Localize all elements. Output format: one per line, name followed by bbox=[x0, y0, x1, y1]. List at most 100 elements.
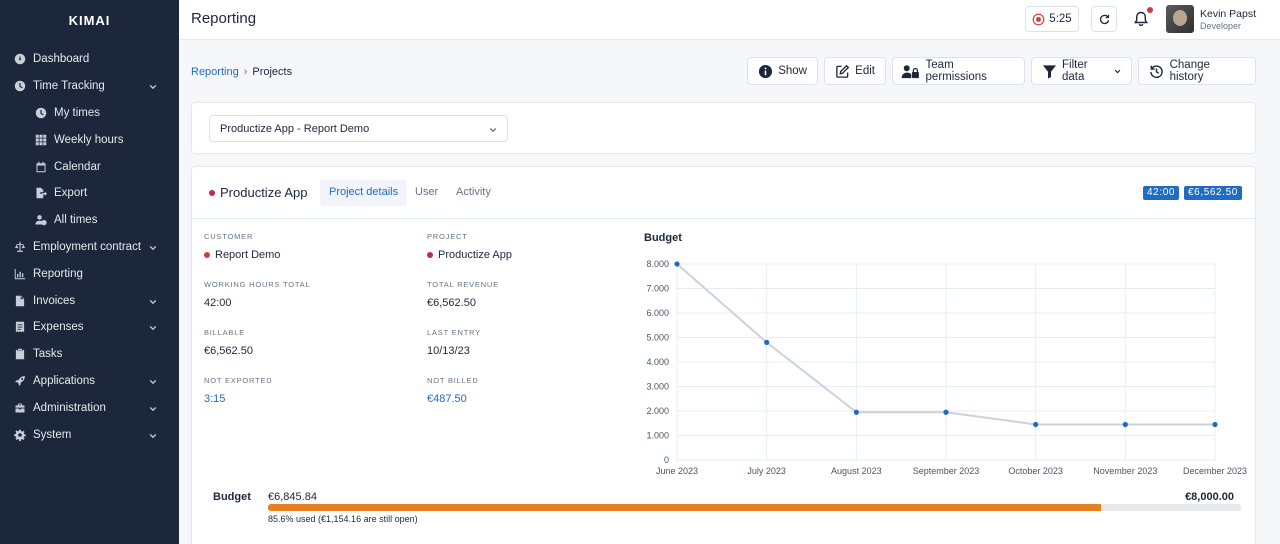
edit-button[interactable]: Edit bbox=[824, 57, 886, 85]
sidebar-item-weekly-hours[interactable]: Weekly hours bbox=[0, 126, 179, 153]
data-point bbox=[764, 339, 770, 345]
sidebar-item-expenses[interactable]: Expenses bbox=[0, 314, 179, 341]
budget-progress-fill bbox=[268, 504, 1101, 511]
stop-record-icon bbox=[1032, 13, 1045, 25]
x-tick-label: October 2023 bbox=[1008, 466, 1063, 476]
stat-label: LAST ENTRY bbox=[427, 328, 481, 337]
sidebar-item-label: Calendar bbox=[54, 160, 101, 173]
breadcrumb-separator: › bbox=[243, 66, 248, 78]
stat-project-value: Productize App bbox=[427, 249, 512, 261]
sidebar-item-employment-contract[interactable]: Employment contract bbox=[0, 234, 179, 261]
sidebar-item-time-tracking[interactable]: Time Tracking bbox=[0, 73, 179, 100]
y-tick-label: 3.000 bbox=[646, 382, 669, 392]
stat-total-revenue: TOTAL REVENUE €6,562.50 bbox=[427, 280, 499, 309]
sidebar-item-applications[interactable]: Applications bbox=[0, 368, 179, 395]
tab-project-details[interactable]: Project details bbox=[320, 180, 408, 206]
user-name[interactable]: Kevin Papst bbox=[1200, 8, 1256, 20]
sidebar-item-label: Administration bbox=[33, 401, 106, 414]
reload-button[interactable] bbox=[1091, 6, 1117, 32]
working-hours-value: 42:00 bbox=[204, 297, 232, 309]
chart-bars-icon bbox=[13, 267, 27, 281]
chevron-down-icon bbox=[149, 297, 157, 305]
rocket-icon bbox=[13, 374, 27, 388]
sidebar-item-label: Export bbox=[54, 187, 88, 200]
sidebar-item-dashboard[interactable]: Dashboard bbox=[0, 46, 179, 73]
sidebar-item-system[interactable]: System bbox=[0, 421, 179, 448]
project-name: Productize App bbox=[220, 185, 308, 200]
invoice-icon bbox=[13, 294, 27, 308]
change-history-label: Change history bbox=[1169, 59, 1210, 83]
show-button[interactable]: Show bbox=[747, 57, 818, 85]
y-tick-label: 1.000 bbox=[646, 431, 669, 441]
stat-not-exported: NOT EXPORTED 3:15 bbox=[204, 376, 273, 405]
stat-label: PROJECT bbox=[427, 232, 468, 241]
receipt-icon bbox=[13, 320, 27, 334]
sidebar-item-all-times[interactable]: All times bbox=[0, 207, 179, 234]
stat-customer-value: Report Demo bbox=[204, 249, 280, 261]
show-label: Show bbox=[778, 65, 807, 77]
project-value: Productize App bbox=[438, 249, 512, 261]
sidebar-item-administration[interactable]: Administration bbox=[0, 394, 179, 421]
change-history-button[interactable]: Change history bbox=[1138, 57, 1256, 85]
sidebar-item-label: Dashboard bbox=[33, 53, 90, 66]
x-tick-label: November 2023 bbox=[1093, 466, 1157, 476]
dashboard-icon bbox=[13, 52, 27, 66]
notifications-bell-icon[interactable] bbox=[1132, 10, 1150, 28]
x-tick-label: August 2023 bbox=[831, 466, 882, 476]
project-select-value: Productize App - Report Demo bbox=[220, 123, 370, 135]
active-timer-button[interactable]: 5:25 bbox=[1025, 6, 1079, 32]
data-point bbox=[1033, 421, 1039, 428]
sidebar-item-invoices[interactable]: Invoices bbox=[0, 287, 179, 314]
budget-line-chart: 0 1.000 2.000 3.000 4.000 5.000 6.000 7.000 8.00… bbox=[646, 259, 1247, 476]
sidebar-item-label: All times bbox=[54, 214, 98, 227]
project-select-card: Productize App - Report Demo bbox=[191, 102, 1256, 154]
team-permissions-label: Team permissions bbox=[925, 59, 987, 83]
not-billed-link[interactable]: €487.50 bbox=[427, 393, 479, 405]
sidebar-item-reporting[interactable]: Reporting bbox=[0, 260, 179, 287]
stat-project: PROJECT Productize App bbox=[427, 232, 512, 261]
breadcrumb: Reporting › Projects bbox=[191, 66, 292, 78]
page-title: Reporting bbox=[191, 10, 257, 27]
y-tick-label: 2.000 bbox=[646, 406, 669, 416]
card-header: Productize App Project details User Acti… bbox=[192, 167, 1255, 219]
sidebar-item-my-times[interactable]: My times bbox=[0, 100, 179, 127]
sidebar-item-label: Time Tracking bbox=[33, 80, 105, 93]
stat-label: BILLABLE bbox=[204, 328, 246, 337]
chevron-down-icon bbox=[489, 125, 497, 133]
project-title: Productize App bbox=[209, 185, 307, 200]
sidebar-item-tasks[interactable]: Tasks bbox=[0, 341, 179, 368]
budget-label: Budget bbox=[213, 491, 251, 503]
team-permissions-button[interactable]: Team permissions bbox=[892, 57, 1025, 85]
sidebar-item-label: Invoices bbox=[33, 294, 76, 307]
data-point bbox=[943, 409, 949, 415]
sidebar-nav: Dashboard Time Tracking My times Weekly hou… bbox=[0, 46, 179, 448]
project-color-dot bbox=[209, 189, 215, 196]
data-point bbox=[1122, 421, 1128, 428]
user-lock-icon bbox=[901, 63, 921, 79]
stat-billable: BILLABLE €6,562.50 bbox=[204, 328, 253, 357]
last-entry-value: 10/13/23 bbox=[427, 345, 470, 357]
filter-data-dropdown[interactable]: Filter data bbox=[1031, 57, 1132, 85]
stat-not-billed: NOT BILLED €487.50 bbox=[427, 376, 479, 405]
history-icon bbox=[1149, 63, 1165, 79]
y-tick-label: 5.000 bbox=[646, 333, 669, 343]
tab-user[interactable]: User bbox=[406, 180, 447, 206]
y-tick-label: 6.000 bbox=[646, 308, 669, 318]
sidebar-item-label: Weekly hours bbox=[54, 133, 124, 146]
sidebar-item-label: My times bbox=[54, 106, 100, 119]
sidebar-item-label: Tasks bbox=[33, 348, 63, 361]
app-logo[interactable]: KIMAI bbox=[0, 0, 179, 40]
tab-activity[interactable]: Activity bbox=[447, 180, 500, 206]
sidebar-item-export[interactable]: Export bbox=[0, 180, 179, 207]
breadcrumb-reporting-link[interactable]: Reporting bbox=[191, 66, 239, 78]
project-select[interactable]: Productize App - Report Demo bbox=[209, 115, 508, 142]
users-clock-icon bbox=[34, 213, 48, 227]
sidebar-item-calendar[interactable]: Calendar bbox=[0, 153, 179, 180]
not-exported-link[interactable]: 3:15 bbox=[204, 393, 273, 405]
chevron-down-icon bbox=[149, 243, 157, 251]
avatar[interactable] bbox=[1166, 5, 1194, 33]
chart-title: Budget bbox=[644, 232, 682, 244]
calendar-icon bbox=[34, 160, 48, 174]
scale-icon bbox=[13, 240, 27, 254]
chevron-down-icon bbox=[149, 404, 157, 412]
